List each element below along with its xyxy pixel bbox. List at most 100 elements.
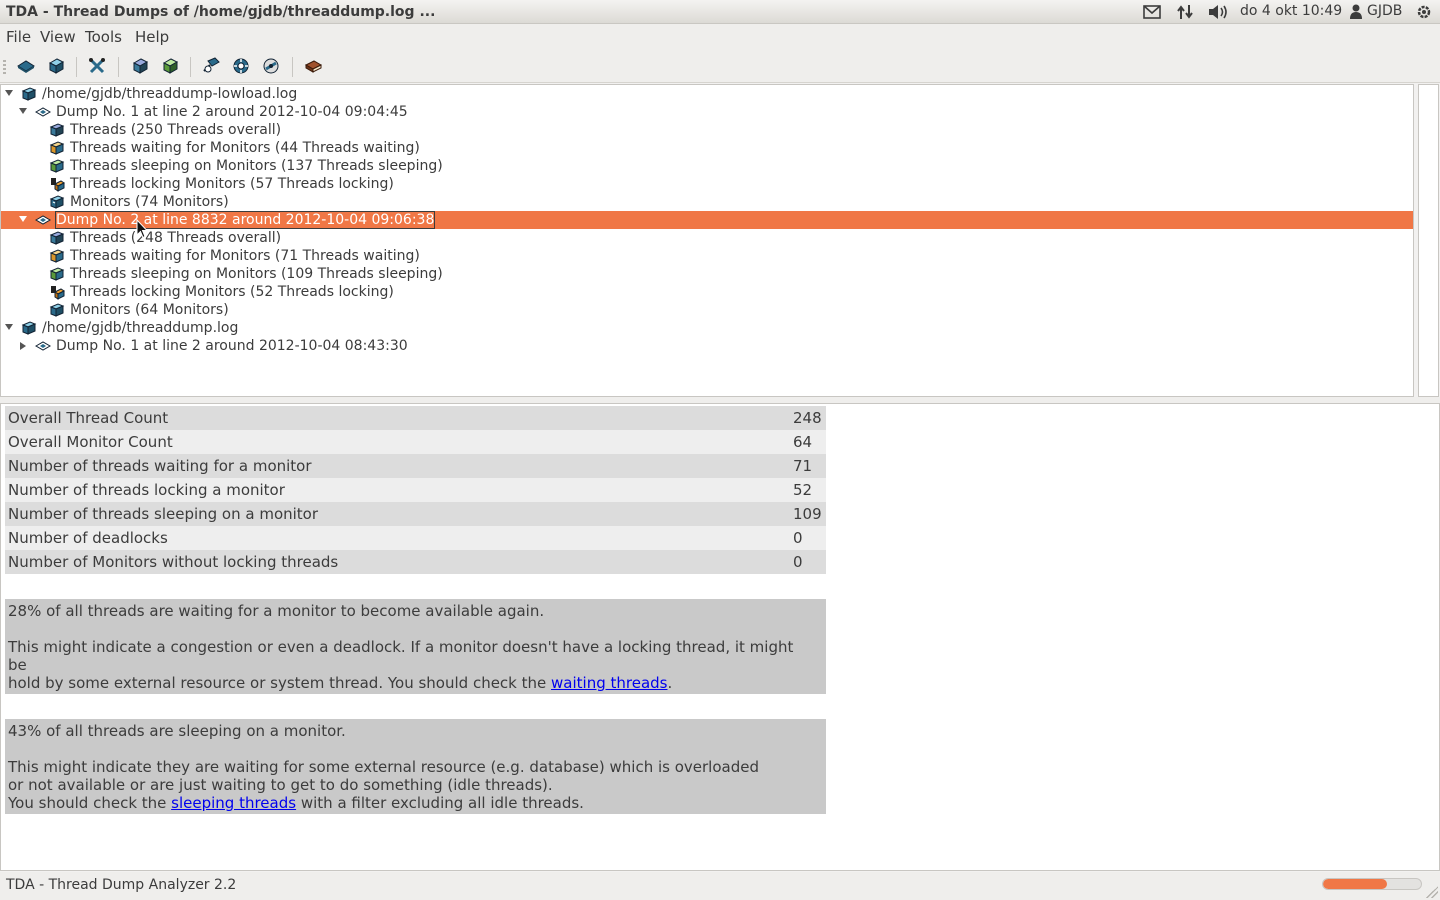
stat-row: Number of threads waiting for a monitor … — [5, 454, 826, 478]
expand-arrow-icon[interactable] — [20, 342, 26, 350]
toolbar-separator — [292, 57, 293, 77]
open-logfile-icon[interactable] — [47, 57, 65, 75]
tree-node-logfile[interactable]: /home/gjdb/threaddump.log — [1, 319, 1413, 337]
tree-node-waiting[interactable]: Threads waiting for Monitors (71 Threads… — [1, 247, 1413, 265]
monitors-icon — [49, 303, 65, 317]
thread-dump-icon — [35, 341, 51, 351]
tree-node-threads[interactable]: Threads (250 Threads overall) — [1, 121, 1413, 139]
power-gear-icon[interactable] — [1416, 4, 1432, 20]
note-text: hold by some external resource or system… — [8, 674, 673, 692]
tree-node-monitors[interactable]: Monitors (74 Monitors) — [1, 193, 1413, 211]
threads-icon — [49, 123, 65, 137]
tree-node-label: Threads sleeping on Monitors (109 Thread… — [70, 266, 443, 282]
note-text: This might indicate they are waiting for… — [8, 758, 759, 776]
tree-node-dump[interactable]: Dump No. 1 at line 2 around 2012-10-04 0… — [1, 337, 1413, 355]
progress-fill — [1323, 879, 1387, 889]
note-text: or not available or are just waiting to … — [8, 776, 553, 794]
logfile-icon — [21, 321, 37, 335]
tree-node-label: Threads waiting for Monitors (71 Threads… — [70, 248, 420, 264]
clock[interactable]: do 4 okt 10:49 — [1240, 3, 1342, 19]
tree-node-threads[interactable]: Threads (248 Threads overall) — [1, 229, 1413, 247]
note-text: You should check the sleeping threads wi… — [8, 794, 584, 812]
collapse-all-icon[interactable] — [161, 57, 179, 75]
tree-node-label: Dump No. 1 at line 2 around 2012-10-04 0… — [56, 338, 408, 354]
waiting-threads-icon — [49, 141, 65, 155]
thread-dump-icon — [35, 215, 51, 225]
waiting-analysis-note: 28% of all threads are waiting for a mon… — [5, 599, 826, 694]
tree-node-label: Dump No. 1 at line 2 around 2012-10-04 0… — [56, 104, 408, 120]
tree-node-label: Dump No. 2 at line 8832 around 2012-10-0… — [55, 211, 436, 229]
tree-node-label: Threads (250 Threads overall) — [70, 122, 282, 138]
memory-progress-bar — [1322, 878, 1422, 890]
thread-dump-icon — [35, 107, 51, 117]
sleeping-threads-icon — [49, 159, 65, 173]
toolbar-separator — [118, 57, 119, 77]
status-bar: TDA - Thread Dump Analyzer 2.2 — [0, 872, 1440, 900]
tree-node-label: Threads (248 Threads overall) — [70, 230, 282, 246]
toolbar — [0, 50, 1440, 83]
stat-row: Number of threads sleeping on a monitor … — [5, 502, 826, 526]
tree-node-label: Threads waiting for Monitors (44 Threads… — [70, 140, 420, 156]
expand-all-icon[interactable] — [131, 57, 149, 75]
tree-node-logfile[interactable]: /home/gjdb/threaddump-lowload.log — [1, 85, 1413, 103]
mouse-pointer-icon — [136, 219, 148, 239]
tree-node-locking[interactable]: Threads locking Monitors (57 Threads loc… — [1, 175, 1413, 193]
logfile-icon — [21, 87, 37, 101]
volume-icon[interactable] — [1207, 4, 1229, 20]
dump-tree[interactable]: /home/gjdb/threaddump-lowload.log Dump N… — [0, 84, 1414, 397]
tree-node-label: Threads sleeping on Monitors (137 Thread… — [70, 158, 443, 174]
waiting-threads-link[interactable]: waiting threads — [551, 674, 667, 692]
user-name[interactable]: GJDB — [1367, 3, 1402, 19]
open-file-icon[interactable] — [17, 57, 35, 75]
menu-help[interactable]: Help — [135, 28, 169, 46]
window-resize-grip[interactable] — [1426, 886, 1438, 898]
toolbar-grip[interactable] — [3, 60, 6, 74]
stat-row: Overall Monitor Count 64 — [5, 430, 826, 454]
monitors-icon — [49, 195, 65, 209]
tree-node-label: Monitors (64 Monitors) — [70, 302, 229, 318]
tree-node-label: /home/gjdb/threaddump.log — [42, 320, 239, 336]
collapse-arrow-icon[interactable] — [5, 90, 13, 96]
window-title: TDA - Thread Dumps of /home/gjdb/threadd… — [6, 4, 436, 20]
threads-icon — [49, 231, 65, 245]
status-text: TDA - Thread Dump Analyzer 2.2 — [6, 877, 237, 893]
tree-node-dump-selected[interactable]: Dump No. 2 at line 8832 around 2012-10-0… — [1, 211, 1413, 229]
tree-node-sleeping[interactable]: Threads sleeping on Monitors (137 Thread… — [1, 157, 1413, 175]
tree-node-label: Threads locking Monitors (52 Threads loc… — [70, 284, 394, 300]
tree-node-label: Monitors (74 Monitors) — [70, 194, 229, 210]
locking-threads-icon — [51, 178, 65, 192]
tree-node-waiting[interactable]: Threads waiting for Monitors (44 Threads… — [1, 139, 1413, 157]
toolbar-separator — [190, 57, 191, 77]
note-text: be — [8, 656, 27, 674]
collapse-arrow-icon[interactable] — [19, 216, 27, 222]
menu-file[interactable]: File — [6, 28, 31, 46]
tree-node-locking[interactable]: Threads locking Monitors (52 Threads loc… — [1, 283, 1413, 301]
network-icon[interactable] — [1176, 4, 1194, 20]
mail-icon[interactable] — [1143, 5, 1161, 19]
filter-icon[interactable] — [232, 57, 250, 75]
find-long-running-icon[interactable] — [202, 57, 220, 75]
tree-node-monitors[interactable]: Monitors (64 Monitors) — [1, 301, 1413, 319]
preferences-tools-icon[interactable] — [88, 57, 106, 75]
menu-tools[interactable]: Tools — [85, 28, 122, 46]
tree-node-label: Threads locking Monitors (57 Threads loc… — [70, 176, 394, 192]
stat-row: Number of threads locking a monitor 52 — [5, 478, 826, 502]
note-headline: 28% of all threads are waiting for a mon… — [8, 602, 545, 620]
stat-row: Number of deadlocks 0 — [5, 526, 826, 550]
user-icon — [1350, 4, 1362, 19]
stat-row: Number of Monitors without locking threa… — [5, 550, 826, 574]
sleeping-threads-icon — [49, 267, 65, 281]
toolbar-separator — [76, 57, 77, 77]
tree-node-dump[interactable]: Dump No. 1 at line 2 around 2012-10-04 0… — [1, 103, 1413, 121]
sleeping-threads-link[interactable]: sleeping threads — [171, 794, 296, 812]
help-book-icon[interactable] — [304, 57, 323, 75]
menu-view[interactable]: View — [40, 28, 76, 46]
collapse-arrow-icon[interactable] — [19, 108, 27, 114]
dump-details-pane: Overall Thread Count 248 Overall Monitor… — [0, 403, 1440, 871]
tree-node-sleeping[interactable]: Threads sleeping on Monitors (109 Thread… — [1, 265, 1413, 283]
collapse-arrow-icon[interactable] — [5, 324, 13, 330]
locking-threads-icon — [51, 286, 65, 300]
tree-scrollbar[interactable] — [1418, 84, 1439, 397]
custom-category-icon[interactable] — [262, 57, 280, 75]
stat-row: Overall Thread Count 248 — [5, 406, 826, 430]
